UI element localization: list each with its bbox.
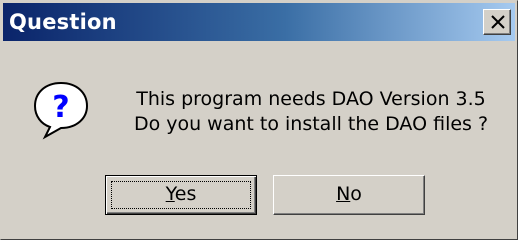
dialog-message: This program needs DAO Version 3.5 Do yo… [121,87,501,137]
yes-button-label: Yes [166,183,197,205]
no-mnemonic: N [336,183,351,205]
message-line-1: This program needs DAO Version 3.5 [136,88,486,110]
no-rest: o [350,183,362,205]
no-button-label: No [336,183,362,205]
question-icon: ? [33,81,89,140]
yes-rest: es [174,183,197,205]
yes-button[interactable]: Yes [105,175,257,215]
message-line-2: Do you want to install the DAO files ? [133,113,489,135]
question-dialog: Question ? This program needs DAO Versio… [0,0,518,240]
close-button[interactable] [483,9,511,35]
close-icon [491,15,505,29]
svg-text:?: ? [52,90,69,125]
title-bar[interactable]: Question [3,3,515,41]
no-button[interactable]: No [273,175,425,215]
yes-mnemonic: Y [165,183,175,205]
dialog-title: Question [9,10,117,34]
